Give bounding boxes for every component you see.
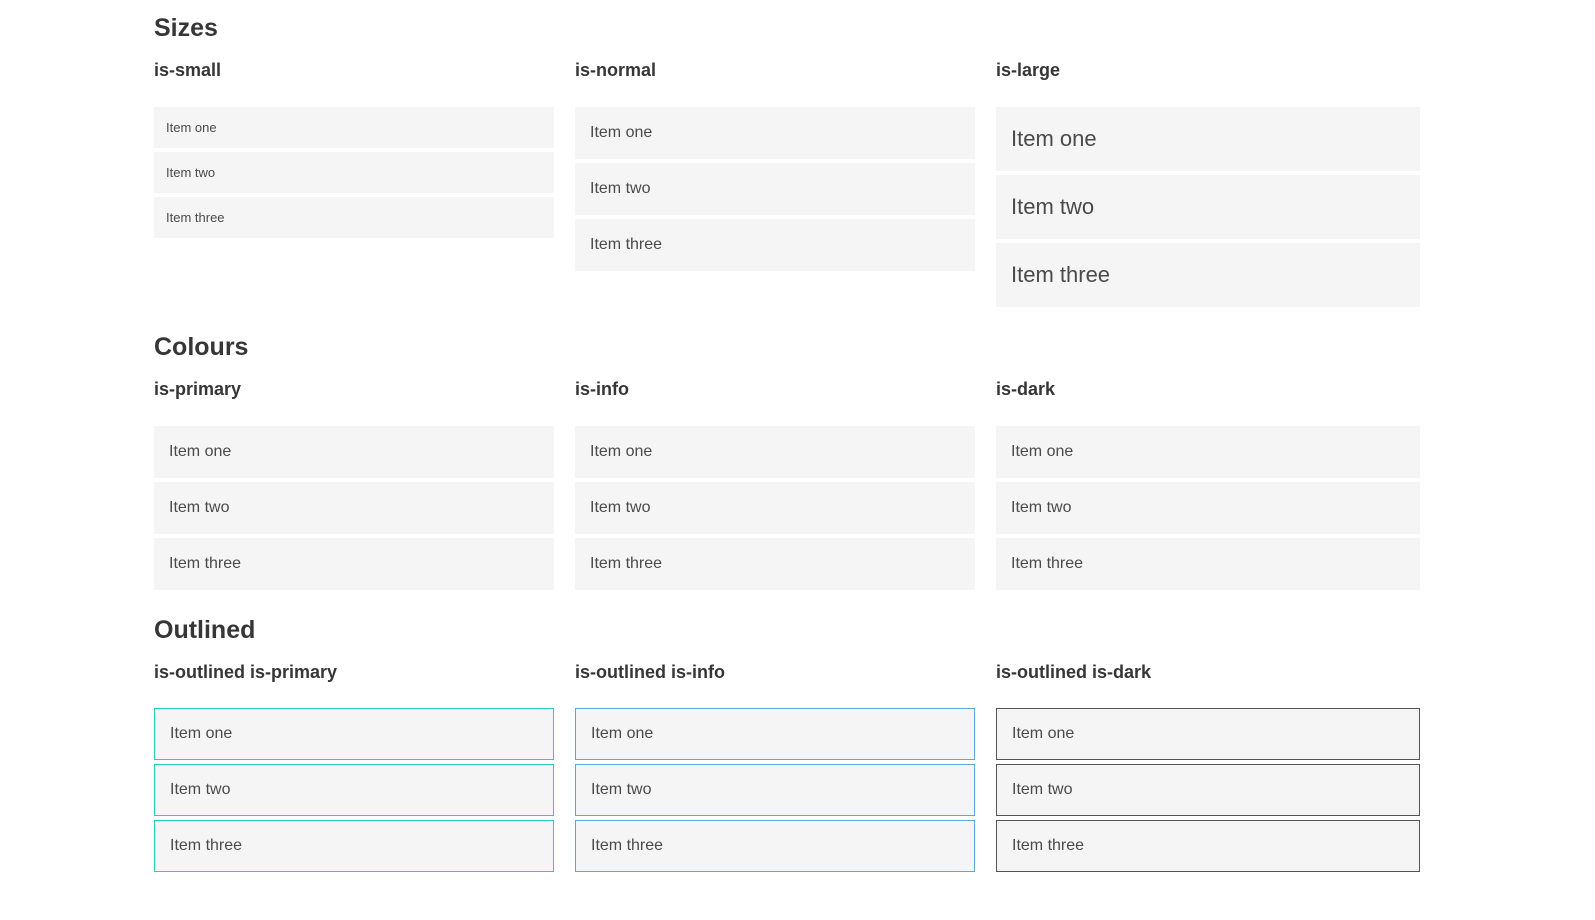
list-item[interactable]: Item one bbox=[575, 106, 975, 159]
list-item[interactable]: Item two bbox=[575, 162, 975, 215]
item-list-dark: Item one Item two Item three bbox=[996, 425, 1420, 590]
item-list-outlined-dark: Item one Item two Item three bbox=[996, 708, 1420, 873]
group-label-is-outlined-is-primary: is-outlined is-primary bbox=[154, 661, 338, 682]
section-colours: Colours is-primary Item one Item two Ite… bbox=[154, 332, 1420, 594]
list-item[interactable]: Item three bbox=[154, 196, 554, 238]
list-item[interactable]: Item two bbox=[575, 481, 975, 534]
section-title-outlined: Outlined bbox=[154, 615, 256, 644]
list-item[interactable]: Item one bbox=[154, 425, 554, 478]
list-item[interactable]: Item three bbox=[575, 218, 975, 271]
list-item[interactable]: Item one bbox=[154, 106, 554, 148]
group-label-is-normal: is-normal bbox=[575, 60, 657, 80]
group-is-outlined-is-dark: is-outlined is-dark Item one Item two It… bbox=[996, 661, 1420, 877]
colours-grid: is-primary Item one Item two Item three … bbox=[154, 378, 1420, 594]
group-label-is-large: is-large bbox=[996, 60, 1061, 80]
list-item[interactable]: Item one bbox=[996, 106, 1420, 171]
group-is-normal: is-normal Item one Item two Item three bbox=[575, 60, 975, 275]
list-item[interactable]: Item three bbox=[575, 820, 975, 873]
list-item[interactable]: Item three bbox=[996, 242, 1420, 307]
group-label-is-small: is-small bbox=[154, 60, 222, 80]
group-label-is-info: is-info bbox=[575, 378, 629, 399]
item-list-large: Item one Item two Item three bbox=[996, 106, 1420, 307]
group-label-is-dark: is-dark bbox=[996, 378, 1056, 399]
item-list-info: Item one Item two Item three bbox=[575, 425, 975, 590]
list-item[interactable]: Item two bbox=[996, 481, 1420, 534]
list-item[interactable]: Item three bbox=[575, 537, 975, 590]
item-list-outlined-primary: Item one Item two Item three bbox=[154, 708, 554, 873]
group-label-is-primary: is-primary bbox=[154, 378, 242, 399]
section-title-sizes: Sizes bbox=[154, 14, 218, 42]
list-item[interactable]: Item one bbox=[996, 425, 1420, 478]
outlined-grid: is-outlined is-primary Item one Item two… bbox=[154, 661, 1420, 877]
list-item[interactable]: Item two bbox=[154, 151, 554, 193]
item-list-normal: Item one Item two Item three bbox=[575, 106, 975, 271]
group-is-dark: is-dark Item one Item two Item three bbox=[996, 378, 1420, 594]
group-is-outlined-is-info: is-outlined is-info Item one Item two It… bbox=[575, 661, 975, 877]
group-is-primary: is-primary Item one Item two Item three bbox=[154, 378, 554, 594]
section-title-colours: Colours bbox=[154, 332, 249, 361]
item-list-outlined-info: Item one Item two Item three bbox=[575, 708, 975, 873]
list-item[interactable]: Item three bbox=[154, 537, 554, 590]
group-is-small: is-small Item one Item two Item three bbox=[154, 60, 554, 242]
list-item[interactable]: Item two bbox=[154, 764, 554, 817]
list-item[interactable]: Item one bbox=[575, 425, 975, 478]
group-label-is-outlined-is-dark: is-outlined is-dark bbox=[996, 661, 1152, 682]
group-is-large: is-large Item one Item two Item three bbox=[996, 60, 1420, 311]
sizes-grid: is-small Item one Item two Item three is… bbox=[154, 60, 1420, 311]
list-item[interactable]: Item one bbox=[996, 708, 1420, 761]
group-label-is-outlined-is-info: is-outlined is-info bbox=[575, 661, 725, 682]
list-item[interactable]: Item two bbox=[154, 481, 554, 534]
group-is-outlined-is-primary: is-outlined is-primary Item one Item two… bbox=[154, 661, 554, 877]
component-showcase-page: Sizes is-small Item one Item two Item th… bbox=[0, 0, 1420, 920]
list-item[interactable]: Item three bbox=[996, 820, 1420, 873]
group-is-info: is-info Item one Item two Item three bbox=[575, 378, 975, 594]
list-item[interactable]: Item two bbox=[996, 764, 1420, 817]
list-item[interactable]: Item one bbox=[575, 708, 975, 761]
section-outlined: Outlined is-outlined is-primary Item one… bbox=[154, 615, 1420, 877]
list-item[interactable]: Item two bbox=[575, 764, 975, 817]
list-item[interactable]: Item three bbox=[996, 537, 1420, 590]
list-item[interactable]: Item two bbox=[996, 174, 1420, 239]
item-list-small: Item one Item two Item three bbox=[154, 106, 554, 238]
list-item[interactable]: Item one bbox=[154, 708, 554, 761]
list-item[interactable]: Item three bbox=[154, 820, 554, 873]
section-sizes: Sizes is-small Item one Item two Item th… bbox=[154, 16, 1420, 311]
item-list-primary: Item one Item two Item three bbox=[154, 425, 554, 590]
